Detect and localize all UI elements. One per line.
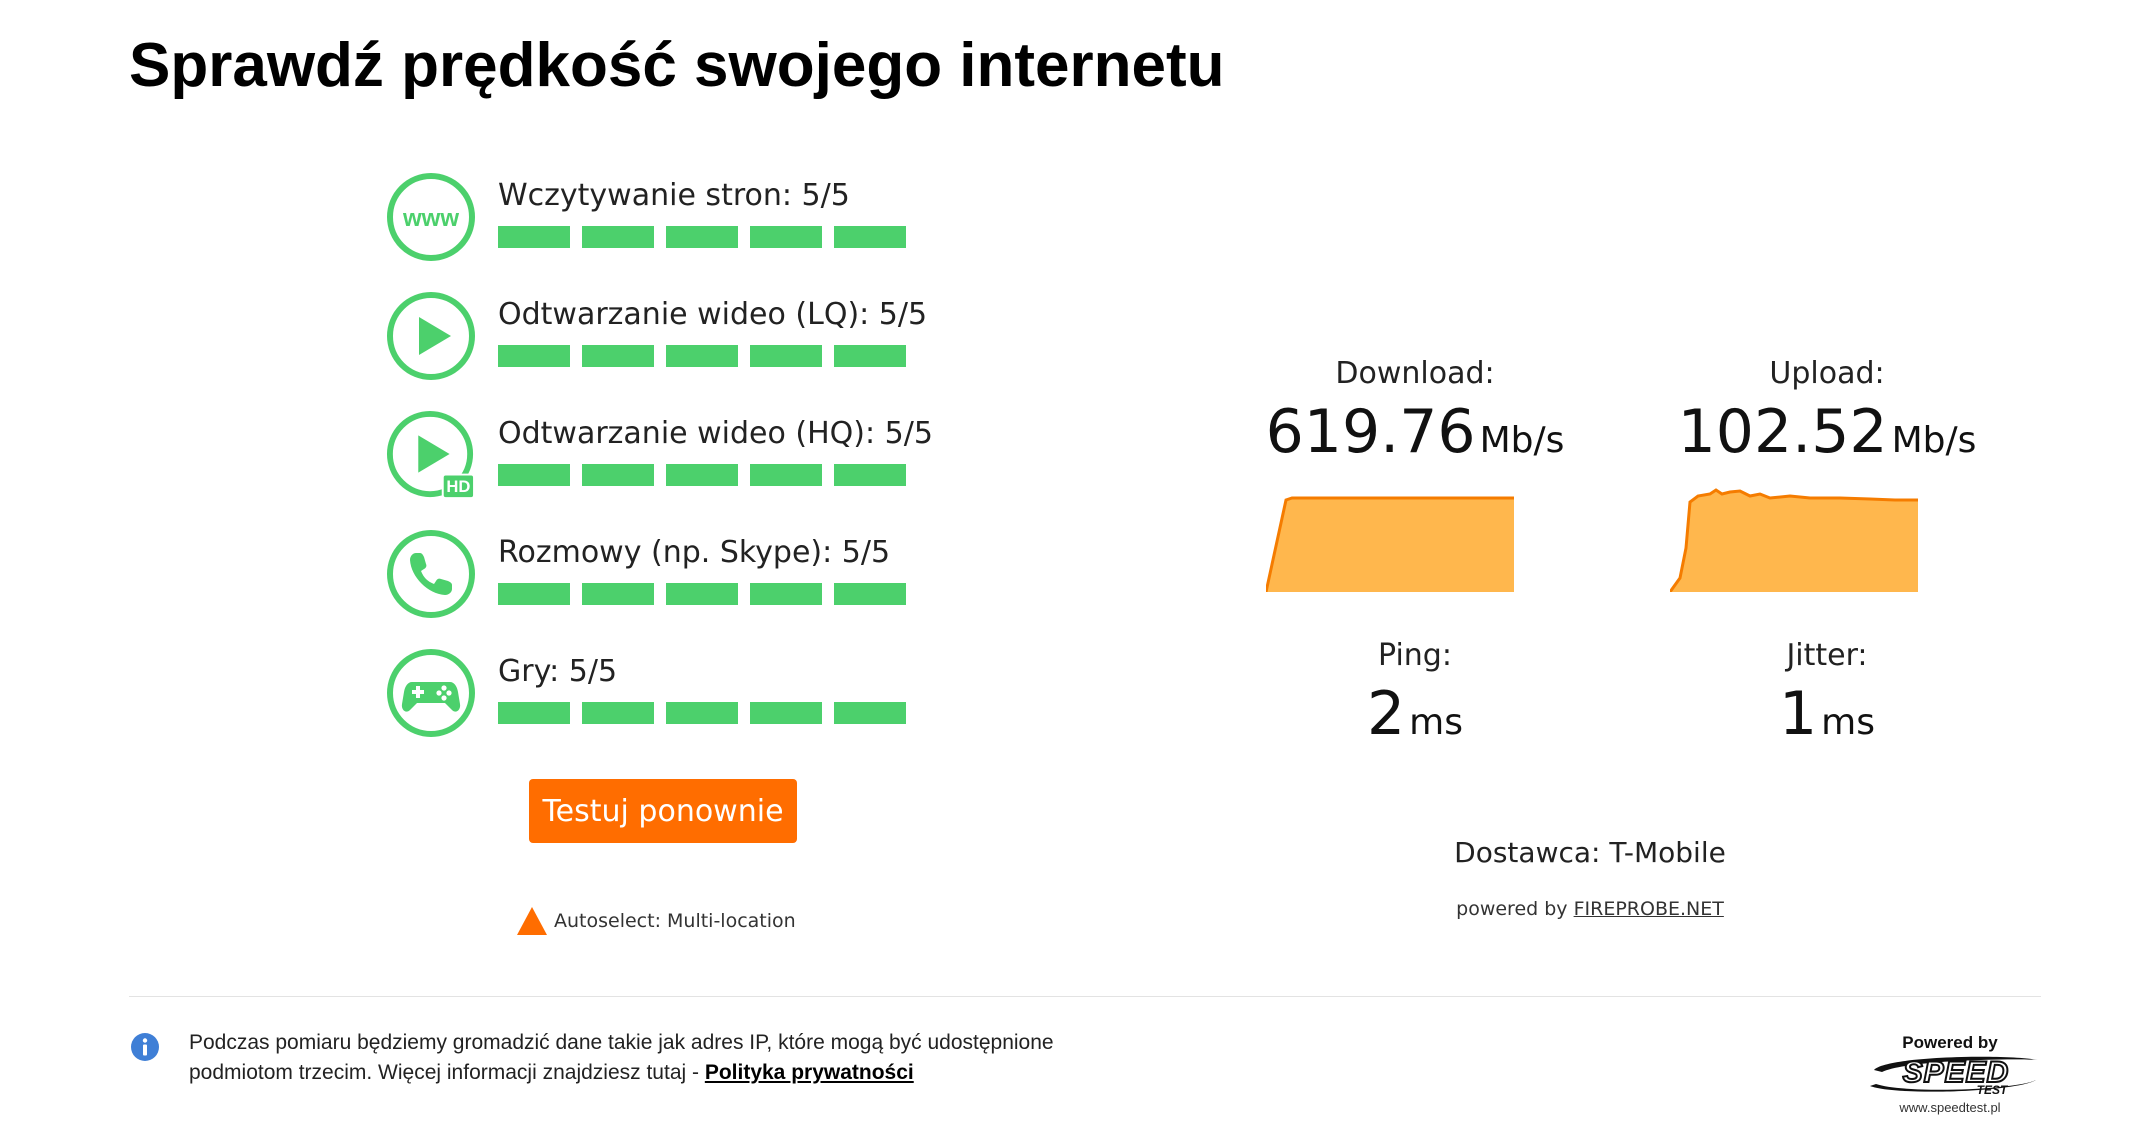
score-bar	[834, 464, 906, 486]
score-bar	[666, 226, 738, 248]
logo-url-text: www.speedtest.pl	[1898, 1100, 2000, 1115]
privacy-line-2: podmiotom trzecim. Więcej informacji zna…	[189, 1061, 705, 1084]
server-selector[interactable]: Autoselect: Multi-location	[516, 906, 796, 936]
quality-label: Wczytywanie stron: 5/5	[498, 178, 850, 213]
download-label: Download:	[1335, 356, 1495, 391]
quality-bars	[498, 583, 906, 605]
score-bar	[498, 702, 570, 724]
jitter-value: 1	[1778, 679, 1818, 749]
powered-by-prefix: powered by	[1456, 898, 1574, 920]
quality-bars	[498, 464, 906, 486]
download-value-group: 619.76 Mb/s	[1250, 397, 1580, 467]
privacy-policy-link[interactable]: Polityka prywatności	[705, 1061, 914, 1084]
score-bar	[834, 226, 906, 248]
hd-badge: HD	[446, 477, 470, 496]
score-bar	[834, 583, 906, 605]
ping-label: Ping:	[1378, 638, 1452, 673]
quality-row-video-lq: Odtwarzanie wideo (LQ): 5/5	[386, 289, 946, 408]
powered-by: powered by FIREPROBE.NET	[1400, 898, 1780, 920]
score-bar	[498, 464, 570, 486]
www-icon: www	[387, 173, 475, 261]
score-bar	[582, 702, 654, 724]
score-bar	[666, 345, 738, 367]
score-bar	[582, 583, 654, 605]
score-bar	[834, 702, 906, 724]
score-bar	[750, 464, 822, 486]
score-bar	[498, 226, 570, 248]
quality-label: Rozmowy (np. Skype): 5/5	[498, 535, 891, 570]
upload-unit: Mb/s	[1891, 420, 1977, 461]
download-metric: Download: 619.76 Mb/s	[1250, 356, 1580, 467]
quality-label: Odtwarzanie wideo (LQ): 5/5	[498, 297, 928, 332]
quality-bars	[498, 345, 906, 367]
www-icon-text: www	[402, 205, 459, 232]
logo-powered-text: Powered by	[1902, 1033, 1998, 1052]
gamepad-icon	[387, 649, 475, 737]
score-bar	[498, 345, 570, 367]
privacy-notice: Podczas pomiaru będziemy gromadzić dane …	[189, 1028, 1189, 1088]
privacy-line-1: Podczas pomiaru będziemy gromadzić dane …	[189, 1031, 1054, 1054]
score-bar	[498, 583, 570, 605]
upload-metric: Upload: 102.52 Mb/s	[1662, 356, 1992, 467]
upload-value: 102.52	[1677, 397, 1888, 467]
ping-value-group: 2 ms	[1250, 679, 1580, 749]
download-graph	[1266, 496, 1514, 592]
quality-label: Odtwarzanie wideo (HQ): 5/5	[498, 416, 933, 451]
quality-bars	[498, 226, 906, 248]
quality-row-video-hq: HD Odtwarzanie wideo (HQ): 5/5	[386, 408, 946, 527]
quality-row-web: www Wczytywanie stron: 5/5	[386, 170, 946, 289]
score-bar	[666, 583, 738, 605]
ping-metric: Ping: 2 ms	[1250, 638, 1580, 749]
score-bar	[666, 702, 738, 724]
fireprobe-link[interactable]: FIREPROBE.NET	[1574, 898, 1724, 920]
score-bar	[834, 345, 906, 367]
quality-row-calls: Rozmowy (np. Skype): 5/5	[386, 527, 946, 646]
download-value: 619.76	[1265, 397, 1476, 467]
ping-unit: ms	[1409, 702, 1463, 743]
download-unit: Mb/s	[1479, 420, 1565, 461]
upload-label: Upload:	[1769, 356, 1885, 391]
ping-value: 2	[1366, 679, 1406, 749]
jitter-unit: ms	[1821, 702, 1875, 743]
upload-value-group: 102.52 Mb/s	[1662, 397, 1992, 467]
info-icon	[131, 1033, 159, 1061]
provider-label: Dostawca: T-Mobile	[1454, 836, 1726, 869]
footer-divider	[129, 996, 2041, 997]
quality-bars	[498, 702, 906, 724]
score-bar	[582, 464, 654, 486]
score-bar	[750, 583, 822, 605]
quality-label: Gry: 5/5	[498, 654, 618, 689]
score-bar	[582, 345, 654, 367]
upload-graph	[1670, 488, 1918, 592]
quality-list: www Wczytywanie stron: 5/5 Odtwarzanie w…	[386, 170, 946, 765]
phone-icon	[387, 530, 475, 618]
score-bar	[750, 345, 822, 367]
server-label: Autoselect: Multi-location	[554, 910, 796, 932]
score-bar	[666, 464, 738, 486]
triangle-icon	[517, 907, 547, 935]
page-title: Sprawdź prędkość swojego internetu	[129, 31, 1225, 100]
play-hd-icon: HD	[386, 410, 476, 500]
score-bar	[750, 702, 822, 724]
retest-button[interactable]: Testuj ponownie	[529, 779, 797, 843]
logo-sub-text: TEST	[1977, 1083, 2009, 1097]
jitter-label: Jitter:	[1786, 638, 1868, 673]
jitter-value-group: 1 ms	[1662, 679, 1992, 749]
quality-row-games: Gry: 5/5	[386, 646, 946, 765]
score-bar	[582, 226, 654, 248]
score-bar	[750, 226, 822, 248]
play-icon	[387, 292, 475, 380]
speedtest-logo[interactable]: Powered by SPEED TEST www.speedtest.pl	[1866, 1030, 2046, 1116]
jitter-metric: Jitter: 1 ms	[1662, 638, 1992, 749]
